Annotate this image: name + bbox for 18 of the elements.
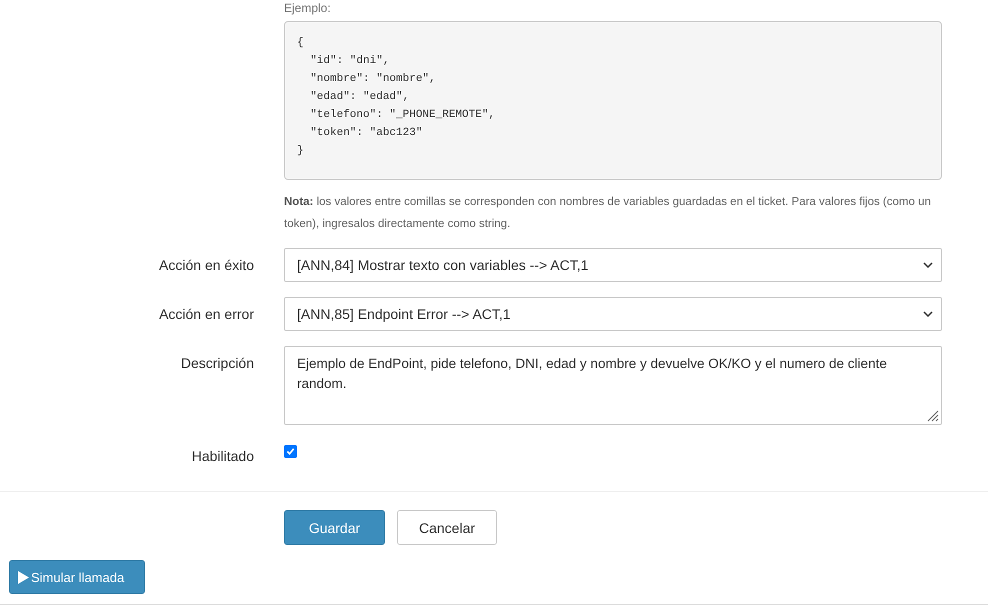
code-block: { "id": "dni", "nombre": "nombre", "edad": "edad", "telefono": "_PHONE_REMOTE", "token": "abc123" } [284, 21, 942, 180]
cancel-button[interactable]: Cancelar [397, 510, 497, 545]
description-field[interactable]: Ejemplo de EndPoint, pide telefono, DNI, edad y nombre y devuelve OK/KO y el numero de cliente random. [284, 346, 942, 425]
play-icon [18, 570, 29, 584]
field-label: Acción en éxito [159, 256, 254, 275]
field-label: Descripción [180, 354, 254, 373]
example-label: Ejemplo: [284, 0, 331, 16]
field-label: Habilitado [192, 447, 254, 466]
simulate-call-button[interactable]: Simular llamada [9, 560, 145, 594]
select-field[interactable]: [ANN,84] Mostrar texto con variables --> ACT,1 [284, 248, 942, 282]
chevron-down-icon [923, 262, 933, 268]
checkbox[interactable] [284, 445, 297, 458]
note-text: Nota: los valores entre comillas se corresponden con nombres de variables guardadas en el ticket. Para valores fijos (como un token), ingresalos directamente como string. [284, 195, 932, 232]
chevron-down-icon [923, 311, 933, 317]
select-field[interactable]: [ANN,85] Endpoint Error --> ACT,1 [284, 297, 942, 331]
resize-grip-icon [927, 410, 939, 422]
field-label: Acción en error [159, 305, 254, 324]
save-button[interactable]: Guardar [284, 510, 385, 545]
